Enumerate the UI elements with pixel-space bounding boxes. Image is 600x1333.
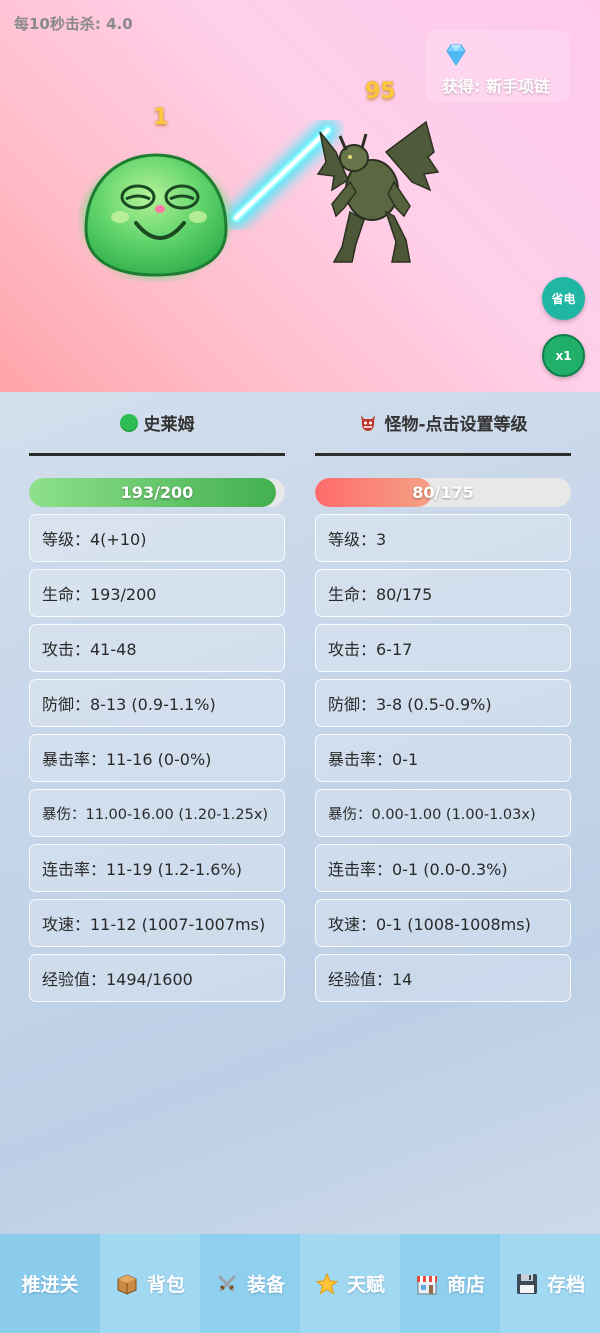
player-stat-combo-rate: 连击率：11-19 (1.2-1.6%): [29, 844, 285, 892]
nav-bag[interactable]: 背包: [100, 1234, 200, 1333]
monster-hp-bar: 80/175: [315, 478, 571, 507]
player-stat-attack-speed: 攻速：11-12 (1007-1007ms): [29, 899, 285, 947]
player-name: 史莱姆: [143, 415, 195, 435]
battle-scene: 每10秒击杀: 4.0 获得: 新手项链 1 95 省电 x1: [0, 0, 600, 392]
speed-toggle-button[interactable]: x1: [542, 334, 585, 377]
monster-stat-attack-speed: 攻速：0-1 (1008-1008ms): [315, 899, 571, 947]
nav-advance-stage[interactable]: 推进关: [0, 1234, 100, 1333]
nav-bag-label: 背包: [146, 1274, 185, 1296]
monster-stat-exp: 经验值：14: [315, 954, 571, 1002]
slime-character: [82, 153, 230, 279]
monster-header[interactable]: 怪物-点击设置等级: [315, 392, 571, 456]
nav-save-label: 存档: [546, 1274, 585, 1296]
nav-equipment[interactable]: 装备: [200, 1234, 300, 1333]
monster-stat-hp: 生命：80/175: [315, 569, 571, 617]
player-stat-level: 等级：4(+10): [29, 514, 285, 562]
store-icon: [416, 1275, 437, 1294]
nav-advance-label: 推进关: [21, 1274, 79, 1296]
monster-stat-level: 等级：3: [315, 514, 571, 562]
player-header: 史莱姆: [29, 392, 285, 456]
player-hp-bar: 193/200: [29, 478, 285, 507]
power-saving-button[interactable]: 省电: [542, 277, 585, 320]
player-stat-hp: 生命：193/200: [29, 569, 285, 617]
enemy-damage-number: 95: [365, 79, 396, 104]
nav-equipment-label: 装备: [246, 1274, 285, 1296]
nav-shop-label: 商店: [446, 1274, 485, 1296]
reward-popup: 获得: 新手项链: [426, 30, 570, 102]
player-stat-attack: 攻击：41-48: [29, 624, 285, 672]
package-icon: [117, 1273, 137, 1295]
diamond-icon: [446, 44, 466, 66]
monster-hp-text: 80/175: [412, 483, 474, 502]
player-stat-defense: 防御：8-13 (0.9-1.1%): [29, 679, 285, 727]
player-damage-number: 1: [153, 105, 169, 130]
ogre-icon: [361, 414, 376, 431]
monster-panel: 怪物-点击设置等级 80/175 等级：3 生命：80/175 攻击：6-17 …: [315, 392, 571, 1002]
star-icon: [315, 1272, 339, 1295]
bottom-nav: 推进关 背包 装备 天赋 商店 存档: [0, 1234, 600, 1333]
monster-stat-crit-rate: 暴击率：0-1: [315, 734, 571, 782]
player-stat-exp: 经验值：1494/1600: [29, 954, 285, 1002]
nav-save[interactable]: 存档: [500, 1234, 600, 1333]
player-stat-crit-rate: 暴击率：11-16 (0-0%): [29, 734, 285, 782]
kill-rate-text: 每10秒击杀: 4.0: [14, 15, 133, 33]
gargoyle-monster[interactable]: [316, 112, 442, 272]
player-stat-crit-damage: 暴伤：11.00-16.00 (1.20-1.25x): [29, 789, 285, 837]
green-circle-icon: [119, 413, 138, 432]
monster-name: 怪物-点击设置等级: [384, 415, 528, 435]
floppy-disk-icon: [516, 1273, 537, 1294]
reward-text: 获得: 新手项链: [442, 77, 550, 96]
monster-stat-attack: 攻击：6-17: [315, 624, 571, 672]
monster-stat-defense: 防御：3-8 (0.5-0.9%): [315, 679, 571, 727]
nav-shop[interactable]: 商店: [400, 1234, 500, 1333]
player-hp-text: 193/200: [120, 483, 194, 502]
monster-stat-combo-rate: 连击率：0-1 (0.0-0.3%): [315, 844, 571, 892]
monster-stat-crit-damage: 暴伤：0.00-1.00 (1.00-1.03x): [315, 789, 571, 837]
nav-talent[interactable]: 天赋: [300, 1234, 400, 1333]
crossed-swords-icon: [217, 1274, 237, 1292]
player-panel: 史莱姆 193/200 等级：4(+10) 生命：193/200 攻击：41-4…: [29, 392, 285, 1002]
nav-talent-label: 天赋: [346, 1274, 385, 1296]
